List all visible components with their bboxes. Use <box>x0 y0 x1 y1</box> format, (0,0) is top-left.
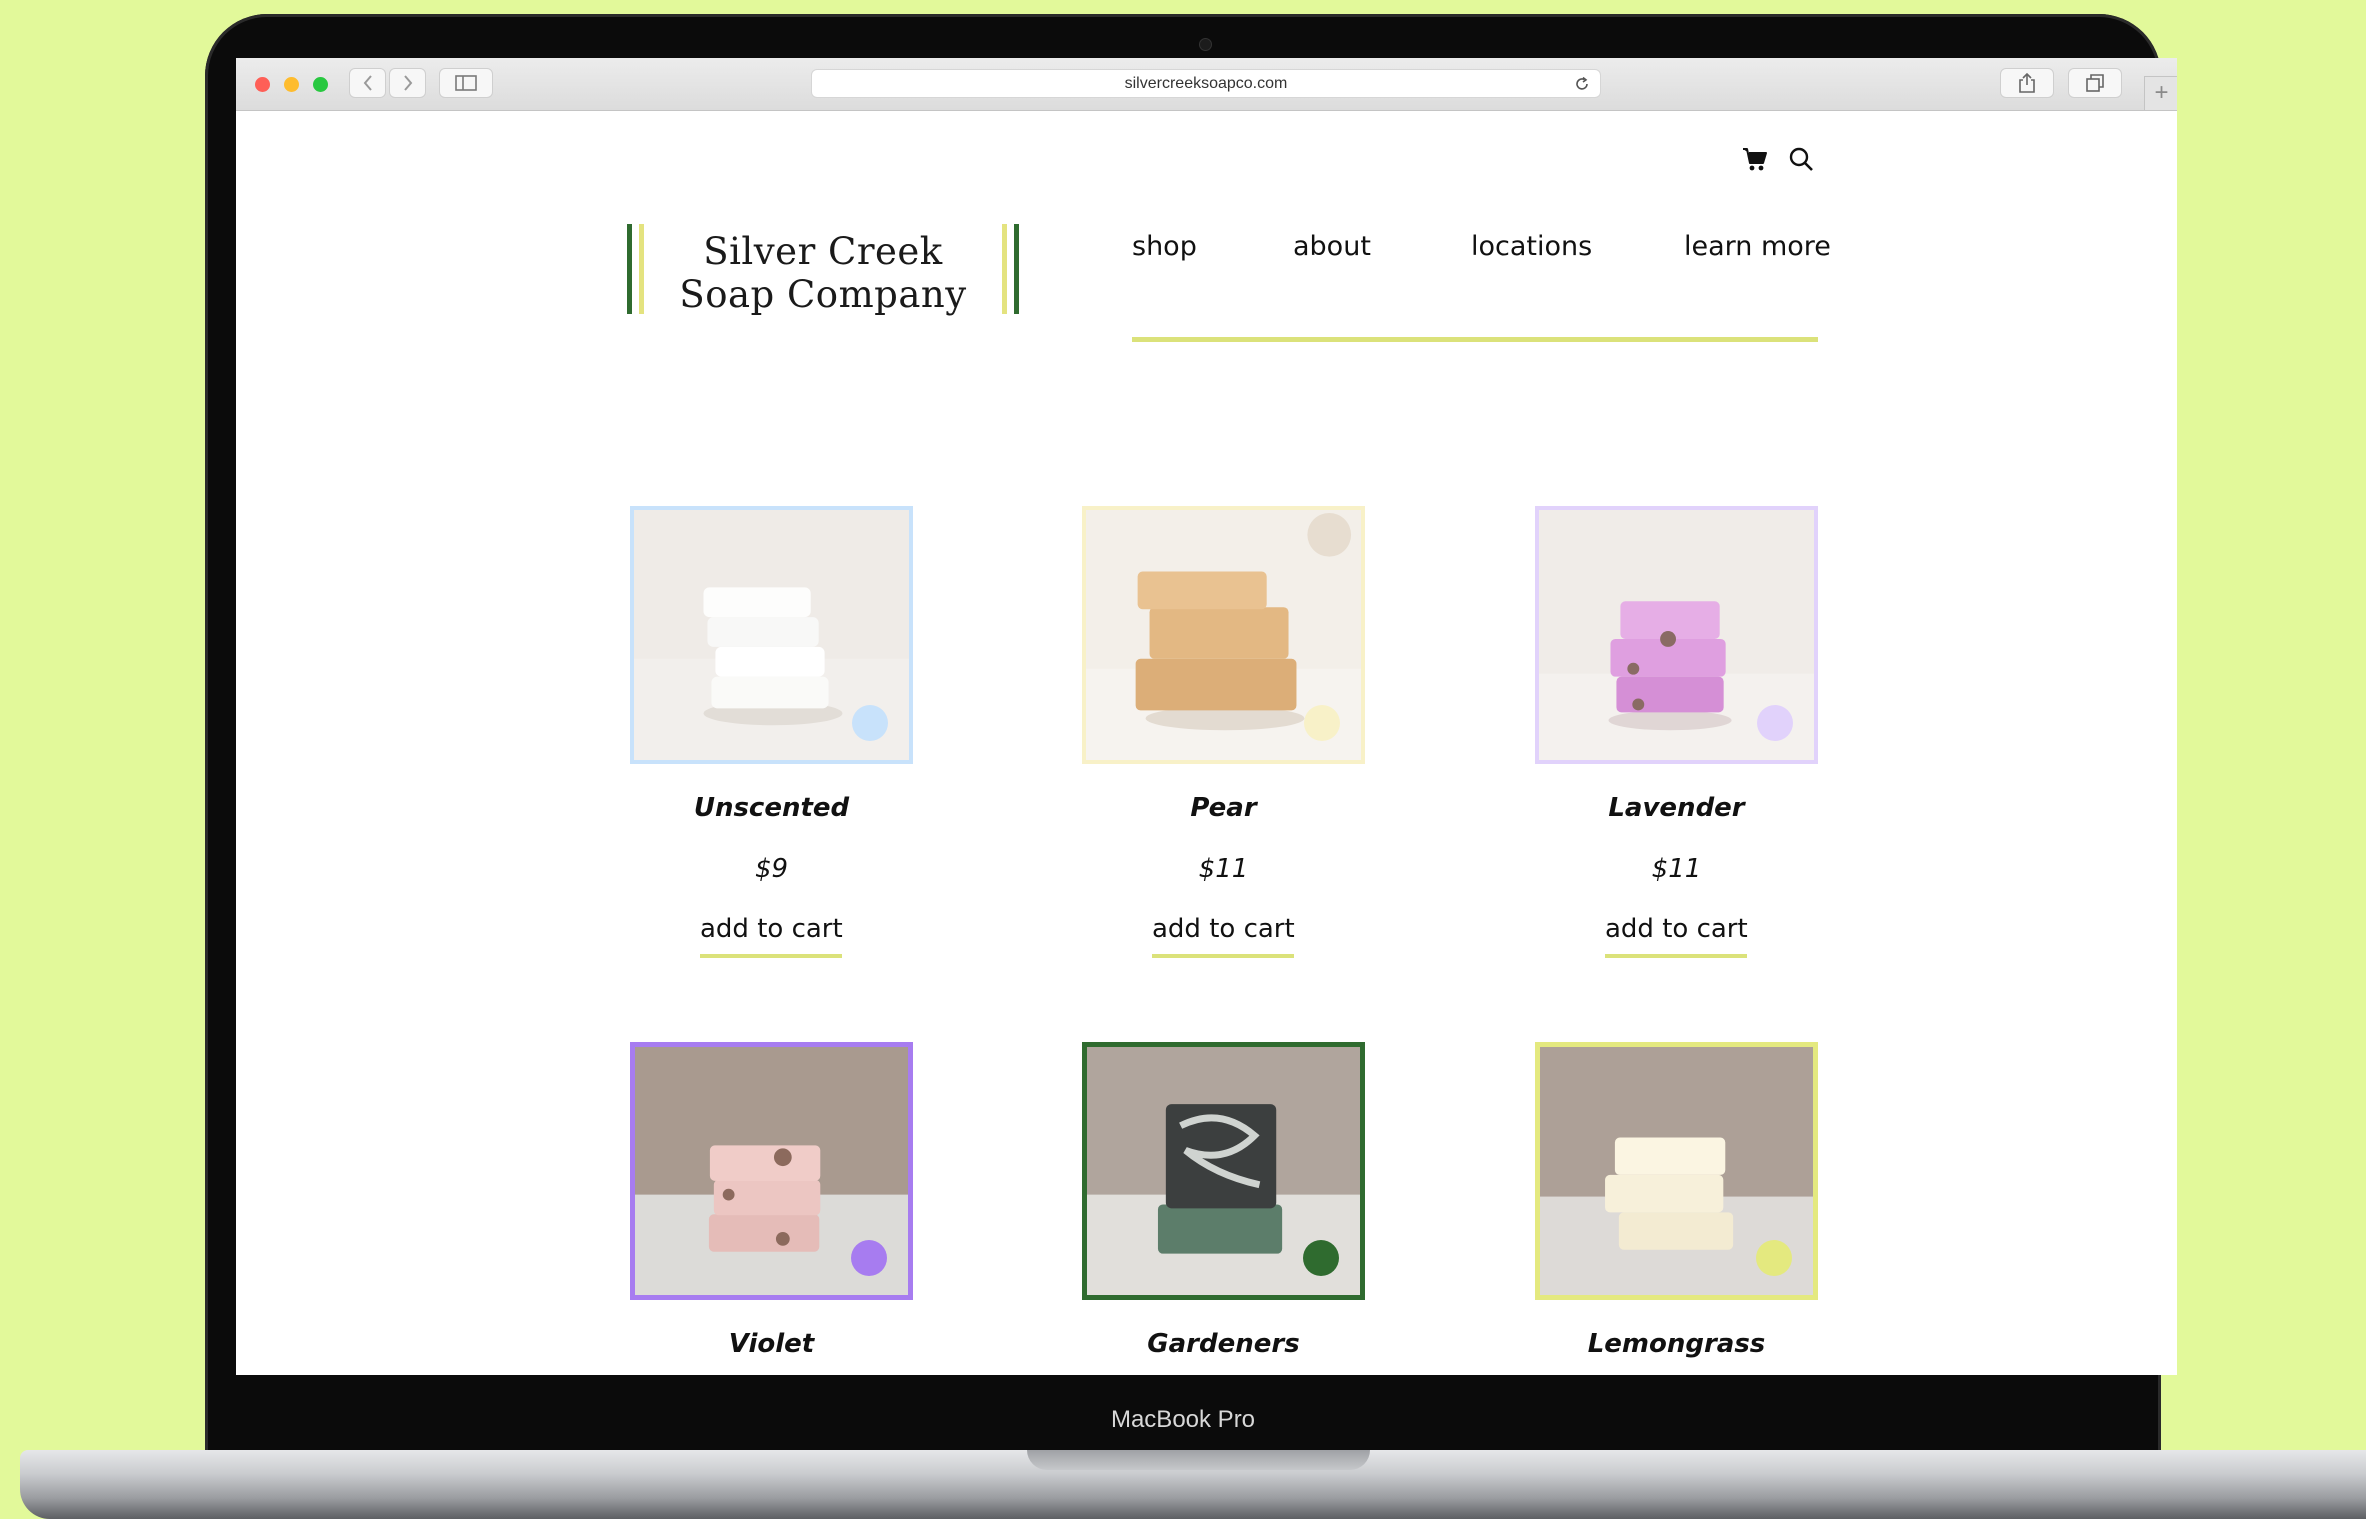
sidebar-icon <box>455 75 477 91</box>
nav-shop[interactable]: shop <box>1132 231 1197 262</box>
camera <box>1199 38 1212 51</box>
logo-bar-yellow-left <box>639 224 644 314</box>
browser-toolbar: silvercreeksoapco.com + <box>236 58 2177 111</box>
address-bar[interactable]: silvercreeksoapco.com <box>811 69 1601 98</box>
screen: silvercreeksoapco.com + Silver Creek Soa… <box>236 58 2177 1375</box>
button-underline <box>1605 954 1747 958</box>
product-name[interactable]: Lavender <box>1495 793 1858 823</box>
add-to-cart-label: add to cart <box>1152 914 1295 944</box>
nav-locations[interactable]: locations <box>1471 231 1592 262</box>
scent-color-dot <box>851 1240 887 1276</box>
tabs-icon <box>2086 74 2104 92</box>
product-image[interactable] <box>1535 1042 1818 1300</box>
logo-bar-green-right <box>1014 224 1019 314</box>
sidebar-button[interactable] <box>439 68 493 98</box>
add-to-cart-button[interactable]: add to cart <box>700 914 843 958</box>
scent-color-dot <box>1304 705 1340 741</box>
plus-icon: + <box>2154 79 2169 106</box>
logo-bar-yellow-right <box>1002 224 1007 314</box>
logo-line-2: Soap Company <box>679 273 967 316</box>
add-to-cart-button[interactable]: add to cart <box>1605 914 1748 958</box>
minimize-window-button[interactable] <box>284 77 299 92</box>
nav-about[interactable]: about <box>1293 231 1371 262</box>
zoom-window-button[interactable] <box>313 77 328 92</box>
logo-text: Silver Creek Soap Company <box>649 230 997 316</box>
product-price: $11 <box>1198 854 1249 884</box>
logo-bar-green-left <box>627 224 632 314</box>
webpage: Silver Creek Soap Company shop about loc… <box>236 111 2177 1375</box>
product-image[interactable] <box>1082 506 1365 764</box>
scent-color-dot <box>1756 1240 1792 1276</box>
share-button[interactable] <box>2000 68 2054 98</box>
close-window-button[interactable] <box>255 77 270 92</box>
product-name[interactable]: Pear <box>1042 793 1405 823</box>
scent-color-dot <box>1757 705 1793 741</box>
add-to-cart-button[interactable]: add to cart <box>1152 914 1295 958</box>
product-image[interactable] <box>630 1042 913 1300</box>
add-to-cart-label: add to cart <box>700 914 843 944</box>
new-tab-button[interactable]: + <box>2144 76 2177 110</box>
product-name[interactable]: Unscented <box>590 793 953 823</box>
tabs-overview-button[interactable] <box>2068 68 2122 98</box>
button-underline <box>700 954 842 958</box>
add-to-cart-label: add to cart <box>1605 914 1748 944</box>
product-price: $11 <box>1651 854 1702 884</box>
cart-icon[interactable] <box>1742 146 1768 172</box>
scent-color-dot <box>852 705 888 741</box>
product-name[interactable]: Gardeners <box>1042 1329 1405 1359</box>
product-image[interactable] <box>1535 506 1818 764</box>
forward-button[interactable] <box>389 68 426 98</box>
product-image[interactable] <box>630 506 913 764</box>
site-logo[interactable]: Silver Creek Soap Company <box>627 224 1019 316</box>
product-name[interactable]: Violet <box>590 1329 953 1359</box>
chevron-left-icon <box>363 75 372 91</box>
nav-underline <box>1132 337 1818 342</box>
chevron-right-icon <box>403 75 412 91</box>
logo-line-1: Silver Creek <box>703 230 943 273</box>
url-text: silvercreeksoapco.com <box>1124 75 1288 92</box>
product-price: $9 <box>754 854 789 884</box>
device-label: MacBook Pro <box>1110 1406 1256 1433</box>
product-image[interactable] <box>1082 1042 1365 1300</box>
main-nav: shop about locations learn more <box>1132 231 1831 291</box>
share-icon <box>2019 73 2035 93</box>
back-button[interactable] <box>349 68 386 98</box>
button-underline <box>1152 954 1294 958</box>
scent-color-dot <box>1303 1240 1339 1276</box>
product-name[interactable]: Lemongrass <box>1495 1329 1858 1359</box>
nav-learn-more[interactable]: learn more <box>1684 231 1831 262</box>
search-icon[interactable] <box>1788 146 1814 172</box>
laptop-hinge-notch <box>1027 1450 1370 1470</box>
reload-icon[interactable] <box>1574 76 1590 92</box>
